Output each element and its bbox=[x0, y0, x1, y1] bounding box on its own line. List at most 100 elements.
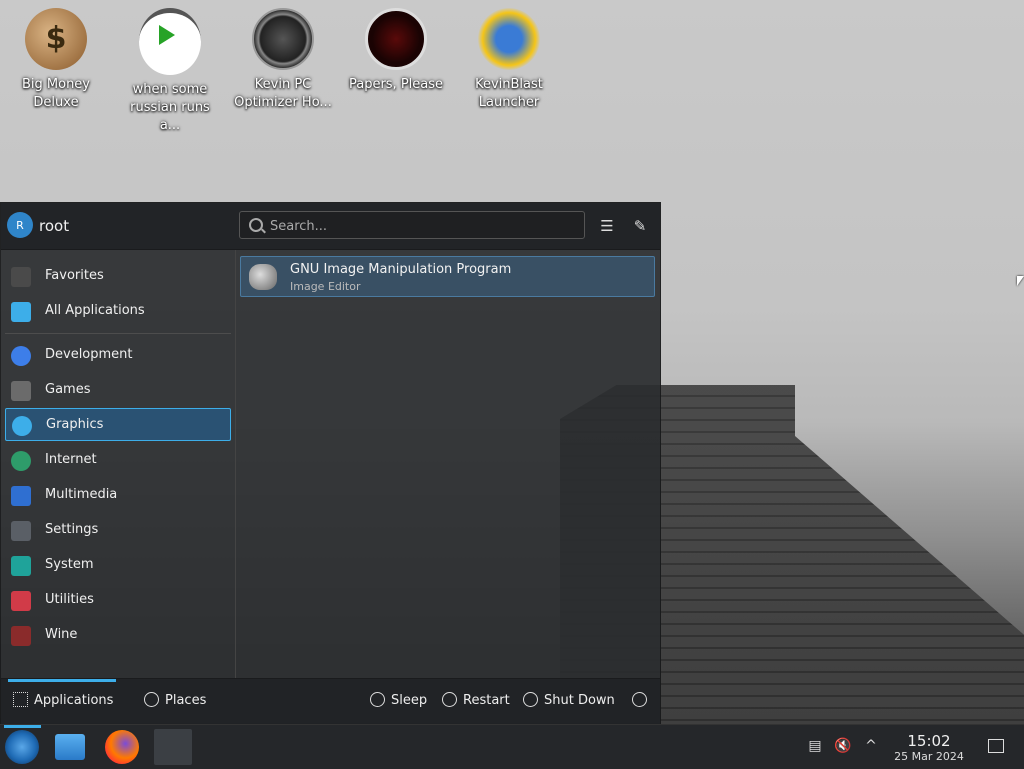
button-label: Shut Down bbox=[544, 693, 615, 708]
launcher-footer: Applications Places Sleep Restart Shut D… bbox=[1, 678, 660, 724]
start-menu-button[interactable] bbox=[5, 730, 39, 764]
wine-glass-icon bbox=[11, 626, 31, 646]
active-indicator bbox=[4, 725, 41, 728]
desktop-icon-label: russian runs a... bbox=[130, 100, 210, 133]
development-icon bbox=[11, 346, 31, 366]
restart-button[interactable]: Restart bbox=[442, 692, 510, 708]
show-desktop-button[interactable] bbox=[988, 739, 1004, 753]
grid-icon bbox=[11, 302, 31, 322]
category-games[interactable]: Games bbox=[5, 374, 231, 407]
desktop-icon-label: Kevin PC bbox=[254, 77, 312, 92]
applications-icon bbox=[13, 692, 28, 707]
category-sidebar: Favorites All Applications Development G… bbox=[1, 250, 236, 678]
desktop-icon-label: Launcher bbox=[478, 95, 540, 110]
launcher-header: R root ☰ ✎ bbox=[1, 203, 660, 250]
desktop-icon-papers-please[interactable]: Papers, Please bbox=[346, 8, 446, 94]
desktop-icon-russian-video[interactable]: when some russian runs a... bbox=[120, 8, 220, 135]
app-item-gimp[interactable]: GNU Image Manipulation Program Image Edi… bbox=[240, 256, 655, 297]
application-list: GNU Image Manipulation Program Image Edi… bbox=[236, 250, 659, 678]
search-input[interactable] bbox=[268, 216, 572, 236]
app-subtitle: Image Editor bbox=[290, 280, 361, 293]
file-manager-icon[interactable] bbox=[55, 734, 85, 760]
category-label: Settings bbox=[45, 522, 99, 537]
category-internet[interactable]: Internet bbox=[5, 444, 231, 477]
category-label: Games bbox=[45, 382, 91, 397]
category-wine[interactable]: Wine bbox=[5, 619, 231, 652]
chevron-up-icon[interactable]: ^ bbox=[862, 737, 880, 755]
category-all-applications[interactable]: All Applications bbox=[5, 295, 231, 328]
tab-label: Places bbox=[165, 693, 207, 708]
favorites-icon bbox=[11, 267, 31, 287]
category-label: Development bbox=[45, 347, 133, 362]
desktop-icon-label: KevinBlast bbox=[475, 77, 543, 92]
restart-icon bbox=[442, 692, 457, 707]
category-label: Favorites bbox=[45, 268, 104, 283]
category-label: Graphics bbox=[46, 417, 104, 432]
category-label: System bbox=[45, 557, 94, 572]
category-graphics[interactable]: Graphics bbox=[5, 408, 231, 441]
category-multimedia[interactable]: Multimedia bbox=[5, 479, 231, 512]
system-icon bbox=[11, 556, 31, 576]
compass-icon bbox=[144, 692, 159, 707]
money-bag-icon: $ bbox=[25, 8, 87, 70]
papers-please-icon bbox=[365, 8, 427, 70]
mouse-cursor bbox=[1017, 276, 1024, 286]
clock-date: 25 Mar 2024 bbox=[894, 750, 964, 763]
multimedia-icon bbox=[11, 486, 31, 506]
active-tab-indicator bbox=[8, 679, 116, 682]
settings-icon bbox=[11, 521, 31, 541]
desktop-icon-kevin-pc-optimizer[interactable]: Kevin PC Optimizer Ho... bbox=[233, 8, 333, 112]
video-file-icon bbox=[139, 8, 201, 75]
firefox-icon[interactable] bbox=[105, 730, 139, 764]
utilities-icon bbox=[11, 591, 31, 611]
clipboard-icon[interactable]: ▤ bbox=[806, 737, 824, 755]
globe-icon bbox=[11, 451, 31, 471]
category-favorites[interactable]: Favorites bbox=[5, 260, 231, 293]
desktop-icon-label: Big Money bbox=[21, 77, 90, 92]
sleep-icon bbox=[370, 692, 385, 707]
pin-icon: ✎ bbox=[633, 217, 647, 235]
configure-button[interactable]: ☰ bbox=[596, 215, 618, 237]
category-label: Internet bbox=[45, 452, 97, 467]
desktop-icon-label: when some bbox=[132, 82, 208, 97]
power-icon bbox=[523, 692, 538, 707]
sleep-button[interactable]: Sleep bbox=[370, 692, 427, 708]
gamepad-icon bbox=[11, 381, 31, 401]
kevinblast-icon bbox=[478, 8, 540, 70]
desktop-icon-big-money-deluxe[interactable]: $ Big Money Deluxe bbox=[6, 8, 106, 112]
category-label: Wine bbox=[45, 627, 78, 642]
taskbar: ▤ 🔇 ^ 15:02 25 Mar 2024 bbox=[0, 724, 1024, 769]
divider bbox=[5, 333, 231, 334]
category-label: Multimedia bbox=[45, 487, 118, 502]
more-options-button[interactable] bbox=[632, 692, 653, 708]
button-label: Sleep bbox=[391, 693, 428, 708]
speedometer-icon bbox=[252, 8, 314, 70]
search-box[interactable] bbox=[239, 211, 585, 239]
tab-applications[interactable]: Applications bbox=[13, 692, 113, 708]
category-settings[interactable]: Settings bbox=[5, 514, 231, 547]
application-launcher: R root ☰ ✎ Favorites All Applications De… bbox=[0, 202, 661, 724]
digital-clock[interactable]: 15:02 25 Mar 2024 bbox=[888, 732, 970, 764]
pin-button[interactable]: ✎ bbox=[629, 215, 651, 237]
volume-muted-icon[interactable]: 🔇 bbox=[834, 737, 852, 755]
user-avatar[interactable]: R bbox=[7, 212, 33, 238]
chevron-left-icon bbox=[632, 692, 647, 707]
category-development[interactable]: Development bbox=[5, 339, 231, 372]
app-title: GNU Image Manipulation Program bbox=[290, 262, 512, 277]
category-system[interactable]: System bbox=[5, 549, 231, 582]
tab-places[interactable]: Places bbox=[144, 692, 206, 708]
category-label: All Applications bbox=[45, 303, 145, 318]
desktop-icon-label: Optimizer Ho... bbox=[234, 95, 332, 110]
tab-label: Applications bbox=[34, 693, 114, 708]
desktop-icon-label: Deluxe bbox=[33, 95, 79, 110]
button-label: Restart bbox=[463, 693, 510, 708]
desktop-icon-kevinblast-launcher[interactable]: KevinBlast Launcher bbox=[459, 8, 559, 112]
shutdown-button[interactable]: Shut Down bbox=[523, 692, 615, 708]
settings-app-icon[interactable] bbox=[154, 729, 192, 765]
gimp-icon bbox=[249, 264, 277, 290]
desktop-icon-label: Papers, Please bbox=[348, 77, 444, 92]
clock-time: 15:02 bbox=[907, 732, 951, 750]
sliders-icon: ☰ bbox=[600, 217, 614, 235]
category-utilities[interactable]: Utilities bbox=[5, 584, 231, 617]
username[interactable]: root bbox=[39, 217, 69, 235]
